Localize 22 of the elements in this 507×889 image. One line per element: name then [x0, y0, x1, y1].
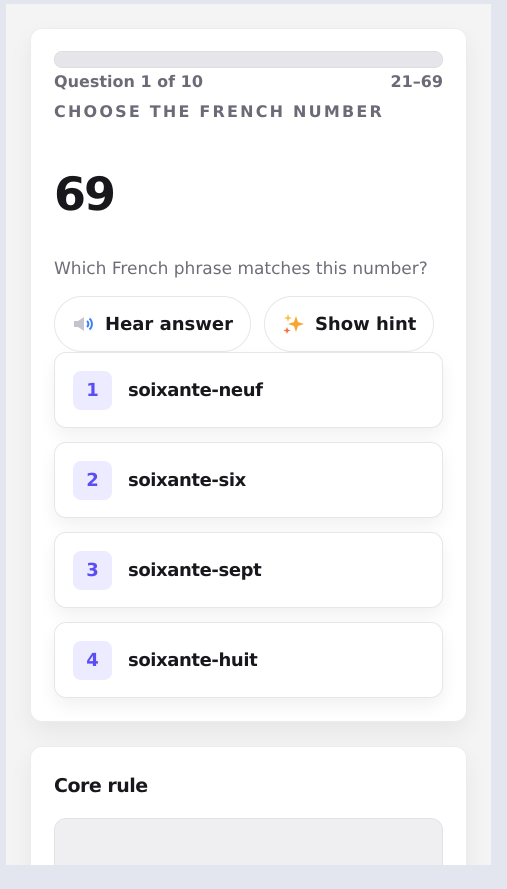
speaker-icon [73, 315, 95, 333]
option-number: 1 [73, 370, 112, 410]
target-number: 69 [54, 167, 116, 221]
option-text: soixante-six [128, 470, 246, 490]
question-prompt: Which French phrase matches this number? [54, 259, 429, 279]
answer-option[interactable]: 2 soixante-six [54, 442, 443, 518]
option-number: 3 [73, 550, 112, 590]
hear-answer-button[interactable]: Hear answer [54, 296, 251, 352]
option-text: soixante-sept [128, 560, 262, 580]
answer-option[interactable]: 4 soixante-huit [54, 622, 443, 698]
sparkles-icon [282, 313, 305, 335]
answer-option[interactable]: 3 soixante-sept [54, 532, 443, 608]
option-text: soixante-neuf [128, 380, 263, 400]
show-hint-button[interactable]: Show hint [264, 296, 434, 352]
number-range: 21–69 [390, 72, 443, 91]
option-number: 2 [73, 460, 112, 500]
option-text: soixante-huit [128, 650, 258, 670]
question-counter: Question 1 of 10 [54, 72, 203, 91]
instruction-heading: CHOOSE THE FRENCH NUMBER [54, 102, 385, 121]
rule-title: Core rule [54, 775, 149, 797]
answer-option[interactable]: 1 soixante-neuf [54, 352, 443, 428]
option-number: 4 [73, 640, 112, 680]
